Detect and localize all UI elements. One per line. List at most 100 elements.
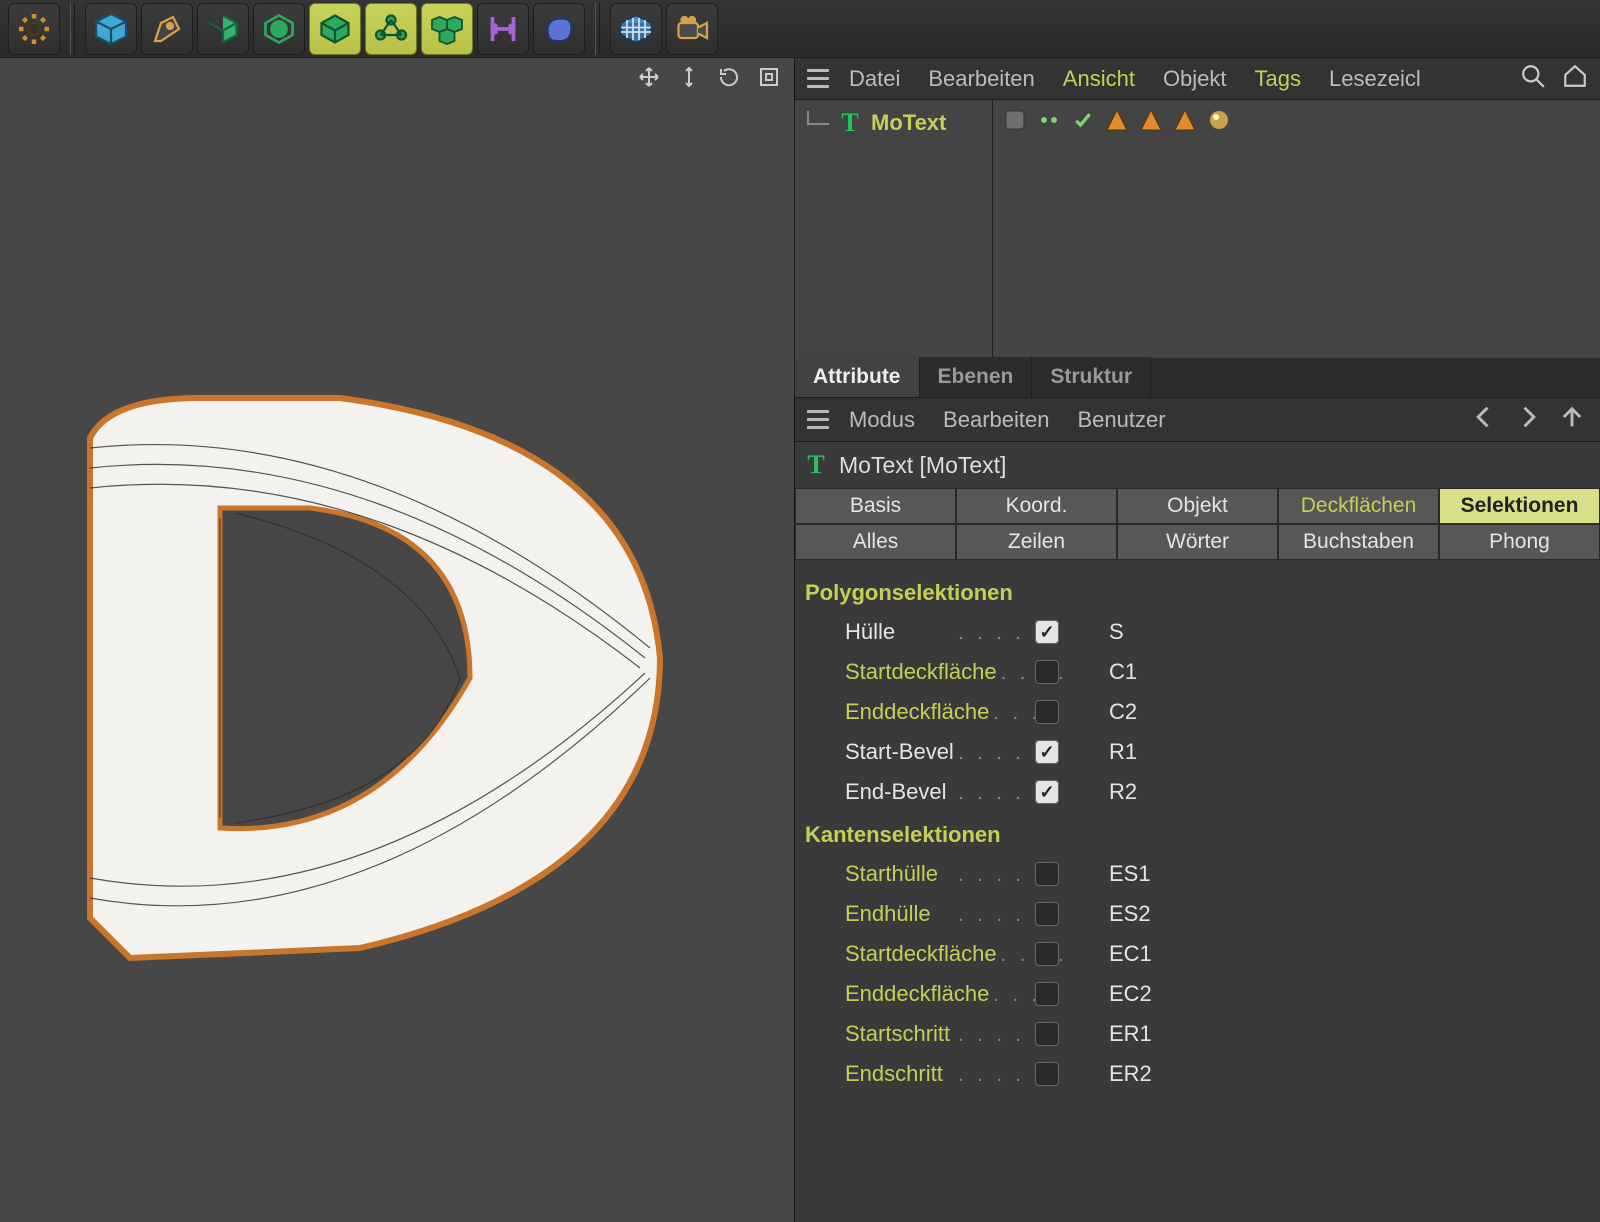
om-menu-objekt[interactable]: Objekt — [1149, 58, 1241, 99]
param-value: R1 — [1109, 739, 1137, 765]
attr-menu-icon[interactable] — [801, 405, 835, 435]
main-toolbar — [0, 0, 1600, 58]
camera-icon[interactable] — [666, 3, 718, 55]
param-value: ER2 — [1109, 1061, 1152, 1087]
param-row: Enddeckfläche. . . . EC2 — [805, 974, 1590, 1014]
attr-tab-phong[interactable]: Phong — [1439, 524, 1600, 560]
attr-tab-koord.[interactable]: Koord. — [956, 488, 1117, 524]
param-checkbox[interactable] — [1035, 902, 1059, 926]
attr-tab-basis[interactable]: Basis — [795, 488, 956, 524]
attr-menu-benutzer[interactable]: Benutzer — [1063, 398, 1179, 441]
attr-tab-alles[interactable]: Alles — [795, 524, 956, 560]
cubes-group-icon[interactable] — [421, 3, 473, 55]
nav-back-icon[interactable] — [1470, 403, 1498, 436]
param-checkbox[interactable] — [1035, 1022, 1059, 1046]
settings-icon[interactable] — [8, 3, 60, 55]
param-value: S — [1109, 619, 1124, 645]
attribute-menubar: ModusBearbeitenBenutzer — [795, 398, 1600, 442]
attr-tab-zeilen[interactable]: Zeilen — [956, 524, 1117, 560]
param-checkbox[interactable] — [1035, 740, 1059, 764]
param-checkbox[interactable] — [1035, 660, 1059, 684]
object-tags-area[interactable] — [993, 100, 1600, 358]
param-label: Hülle — [805, 619, 954, 645]
param-value: R2 — [1109, 779, 1137, 805]
nav-fwd-icon[interactable] — [1514, 403, 1542, 436]
move-view-icon[interactable] — [636, 64, 662, 90]
zoom-view-icon[interactable] — [676, 64, 702, 90]
attr-tab-buchstaben[interactable]: Buchstaben — [1278, 524, 1439, 560]
attr-tab-selektionen[interactable]: Selektionen — [1439, 488, 1600, 524]
param-checkbox[interactable] — [1035, 862, 1059, 886]
rotate-view-icon[interactable] — [716, 64, 742, 90]
param-value: ES1 — [1109, 861, 1151, 887]
panel-tab-ebenen[interactable]: Ebenen — [920, 357, 1033, 397]
layer-tag-icon[interactable] — [1001, 106, 1029, 134]
attr-tab-wörter[interactable]: Wörter — [1117, 524, 1278, 560]
param-value: EC1 — [1109, 941, 1152, 967]
object-tree-item[interactable]: MoText — [871, 110, 946, 136]
om-menu-tags[interactable]: Tags — [1241, 58, 1315, 99]
attribute-object-title: T MoText [MoText] — [795, 442, 1600, 488]
param-value: C1 — [1109, 659, 1137, 685]
param-row: Hülle. . . . S — [805, 612, 1590, 652]
attr-tab-objekt[interactable]: Objekt — [1117, 488, 1278, 524]
param-label: Startdeckfläche — [805, 941, 997, 967]
attr-tab-deckflächen[interactable]: Deckflächen — [1278, 488, 1439, 524]
om-menu-bearbeiten[interactable]: Bearbeiten — [914, 58, 1048, 99]
param-checkbox[interactable] — [1035, 620, 1059, 644]
param-value: C2 — [1109, 699, 1137, 725]
param-label: Enddeckfläche — [805, 981, 989, 1007]
param-row: Startschritt. . . . ER1 — [805, 1014, 1590, 1054]
param-checkbox[interactable] — [1035, 700, 1059, 724]
motext-type-icon: T — [837, 110, 863, 136]
panel-tab-attribute[interactable]: Attribute — [795, 357, 920, 397]
om-menu-lesezeicl[interactable]: Lesezeicl — [1315, 58, 1435, 99]
param-label: Endhülle — [805, 901, 954, 927]
param-value: ES2 — [1109, 901, 1151, 927]
param-checkbox[interactable] — [1035, 1062, 1059, 1086]
om-menu-ansicht[interactable]: Ansicht — [1049, 58, 1149, 99]
measure-icon[interactable] — [477, 3, 529, 55]
param-checkbox[interactable] — [1035, 780, 1059, 804]
search-icon[interactable] — [1520, 63, 1546, 94]
panel-tab-struktur[interactable]: Struktur — [1032, 357, 1151, 397]
poly-cube-icon[interactable] — [309, 3, 361, 55]
subdiv-cage-icon[interactable] — [253, 3, 305, 55]
om-menu-datei[interactable]: Datei — [835, 58, 914, 99]
attr-menu-modus[interactable]: Modus — [835, 398, 929, 441]
home-icon[interactable] — [1562, 63, 1588, 94]
motext-type-icon: T — [803, 452, 829, 478]
param-row: Startdeckfläche. . . . C1 — [805, 652, 1590, 692]
param-row: Endhülle. . . . ES2 — [805, 894, 1590, 934]
selection-tag-icon[interactable] — [1171, 106, 1199, 134]
param-row: Start-Bevel. . . . R1 — [805, 732, 1590, 772]
spline-wrap-icon[interactable] — [197, 3, 249, 55]
param-checkbox[interactable] — [1035, 942, 1059, 966]
param-checkbox[interactable] — [1035, 982, 1059, 1006]
enable-dots-icon[interactable] — [1035, 106, 1063, 134]
om-menu-icon[interactable] — [801, 64, 835, 94]
frame-view-icon[interactable] — [756, 64, 782, 90]
check-icon[interactable] — [1069, 106, 1097, 134]
soft-shape-icon[interactable] — [533, 3, 585, 55]
panel-tabs: AttributeEbenenStruktur — [795, 358, 1600, 398]
param-group-title: Polygonselektionen — [805, 570, 1590, 612]
param-row: Startdeckfläche. . . . EC1 — [805, 934, 1590, 974]
selection-tag-icon[interactable] — [1103, 106, 1131, 134]
molecule-icon[interactable] — [365, 3, 417, 55]
object-title-label: MoText [MoText] — [839, 452, 1006, 479]
pen-icon[interactable] — [141, 3, 193, 55]
grid-icon[interactable] — [610, 3, 662, 55]
param-value: ER1 — [1109, 1021, 1152, 1047]
nav-up-icon[interactable] — [1558, 403, 1586, 436]
selection-tag-icon[interactable] — [1137, 106, 1165, 134]
attr-menu-bearbeiten[interactable]: Bearbeiten — [929, 398, 1063, 441]
object-tree[interactable]: T MoText — [795, 100, 993, 358]
param-label: Startdeckfläche — [805, 659, 997, 685]
viewport[interactable] — [0, 58, 795, 1222]
cube-icon[interactable] — [85, 3, 137, 55]
object-manager-menubar: DateiBearbeitenAnsichtObjektTagsLesezeic… — [795, 58, 1600, 100]
param-label: End-Bevel — [805, 779, 954, 805]
phong-tag-icon[interactable] — [1205, 106, 1233, 134]
param-label: Starthülle — [805, 861, 954, 887]
